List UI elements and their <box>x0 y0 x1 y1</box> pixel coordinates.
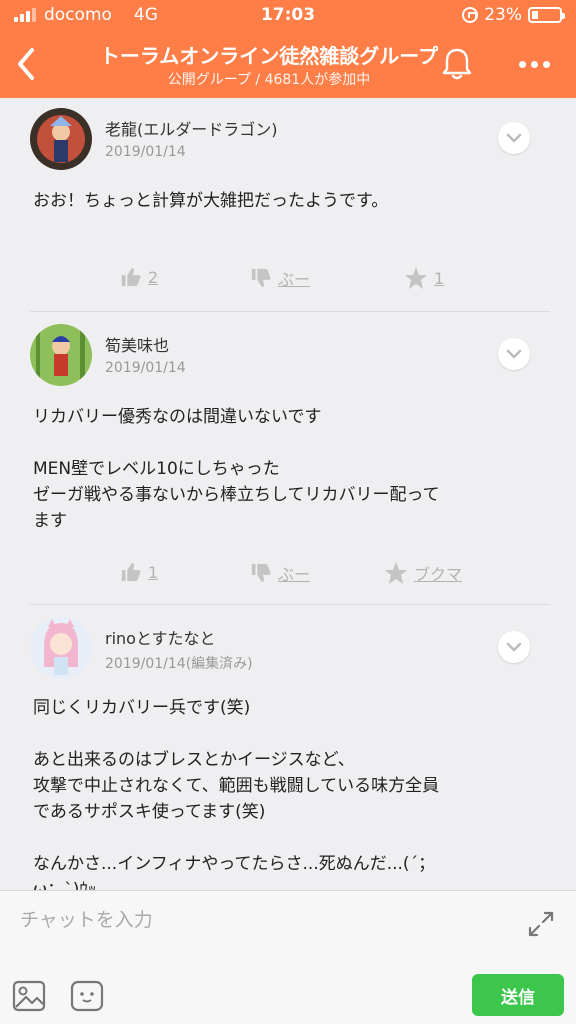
post-body: 同じくリカバリー兵です(笑) あと出来るのはブレスとかイージスなど、 攻撃で中止… <box>33 698 440 890</box>
post-body: おお！ちょっと計算が大雑把だったようです。 <box>33 191 389 211</box>
post-actions: 2 ぶー 1 <box>0 266 576 296</box>
post-menu-button[interactable] <box>498 338 530 370</box>
group-subtitle: 公開グループ / 4681人が参加中 <box>167 72 371 88</box>
status-bar: docomo 4G 17:03 23% <box>0 0 576 30</box>
boo-button[interactable]: ぶー <box>250 561 310 585</box>
post-menu-button[interactable] <box>498 631 530 663</box>
star-icon <box>405 267 427 289</box>
notification-button[interactable] <box>440 46 474 82</box>
expand-icon <box>528 911 554 937</box>
thumbs-down-icon <box>251 563 271 583</box>
thumbs-down-icon <box>251 268 271 288</box>
boo-button[interactable]: ぶー <box>250 266 310 290</box>
chevron-down-icon <box>506 642 522 652</box>
chevron-down-icon <box>506 349 522 359</box>
like-count: 2 <box>148 267 159 287</box>
chat-input[interactable]: チャットを入力 <box>20 905 153 932</box>
orientation-lock-icon <box>462 7 479 23</box>
like-button[interactable]: 1 <box>120 561 158 583</box>
battery-percent: 23% <box>484 5 522 25</box>
post-menu-button[interactable] <box>498 122 530 154</box>
star-button[interactable]: 1 <box>404 266 444 290</box>
back-button[interactable] <box>12 44 42 84</box>
avatar[interactable] <box>30 617 92 679</box>
bookmark-button[interactable]: ブクマ <box>384 561 462 585</box>
group-title: トーラムオンライン徒然雑談グループ <box>99 44 439 68</box>
author-name[interactable]: rinoとすたなと <box>105 625 215 649</box>
emoji-button[interactable] <box>70 979 104 1013</box>
bookmark-label: ブクマ <box>414 565 463 584</box>
like-button[interactable]: 2 <box>120 266 158 288</box>
star-count: 1 <box>434 268 445 288</box>
author-name[interactable]: 筍美味也 <box>105 332 169 356</box>
back-icon <box>18 48 34 80</box>
author-name[interactable]: 老龍(エルダードラゴン) <box>105 116 278 140</box>
avatar[interactable] <box>30 324 92 386</box>
more-button[interactable] <box>514 54 554 74</box>
thumbs-up-icon <box>121 267 141 287</box>
boo-label: ぶー <box>278 565 311 584</box>
post-actions: 1 ぶー ブクマ <box>0 561 576 591</box>
chat-composer: チャットを入力 送信 <box>0 890 576 1024</box>
bell-icon <box>442 48 472 80</box>
emoji-icon <box>70 980 104 1012</box>
send-button[interactable]: 送信 <box>472 974 564 1016</box>
image-button[interactable] <box>12 979 46 1013</box>
like-count: 1 <box>148 562 159 582</box>
divider <box>30 311 550 312</box>
divider <box>30 604 550 605</box>
expand-button[interactable] <box>526 909 556 939</box>
star-icon <box>385 562 407 584</box>
chevron-down-icon <box>506 133 522 143</box>
boo-label: ぶー <box>278 270 311 289</box>
post-date: 2019/01/14(編集済み) <box>105 656 253 672</box>
message-feed[interactable]: 老龍(エルダードラゴン) 2019/01/14 おお！ちょっと計算が大雑把だった… <box>0 98 576 890</box>
group-header: トーラムオンライン徒然雑談グループ 公開グループ / 4681人が参加中 <box>0 30 576 98</box>
thumbs-up-icon <box>121 562 141 582</box>
image-icon <box>12 980 46 1012</box>
avatar[interactable] <box>30 108 92 170</box>
post-body: リカバリー優秀なのは間違いないです MEN壁でレベル10にしちゃった ゼーガ戦や… <box>33 407 440 531</box>
post-date: 2019/01/14 <box>105 144 186 160</box>
post-date: 2019/01/14 <box>105 360 186 376</box>
more-icon <box>518 60 526 68</box>
battery-icon <box>528 7 565 23</box>
